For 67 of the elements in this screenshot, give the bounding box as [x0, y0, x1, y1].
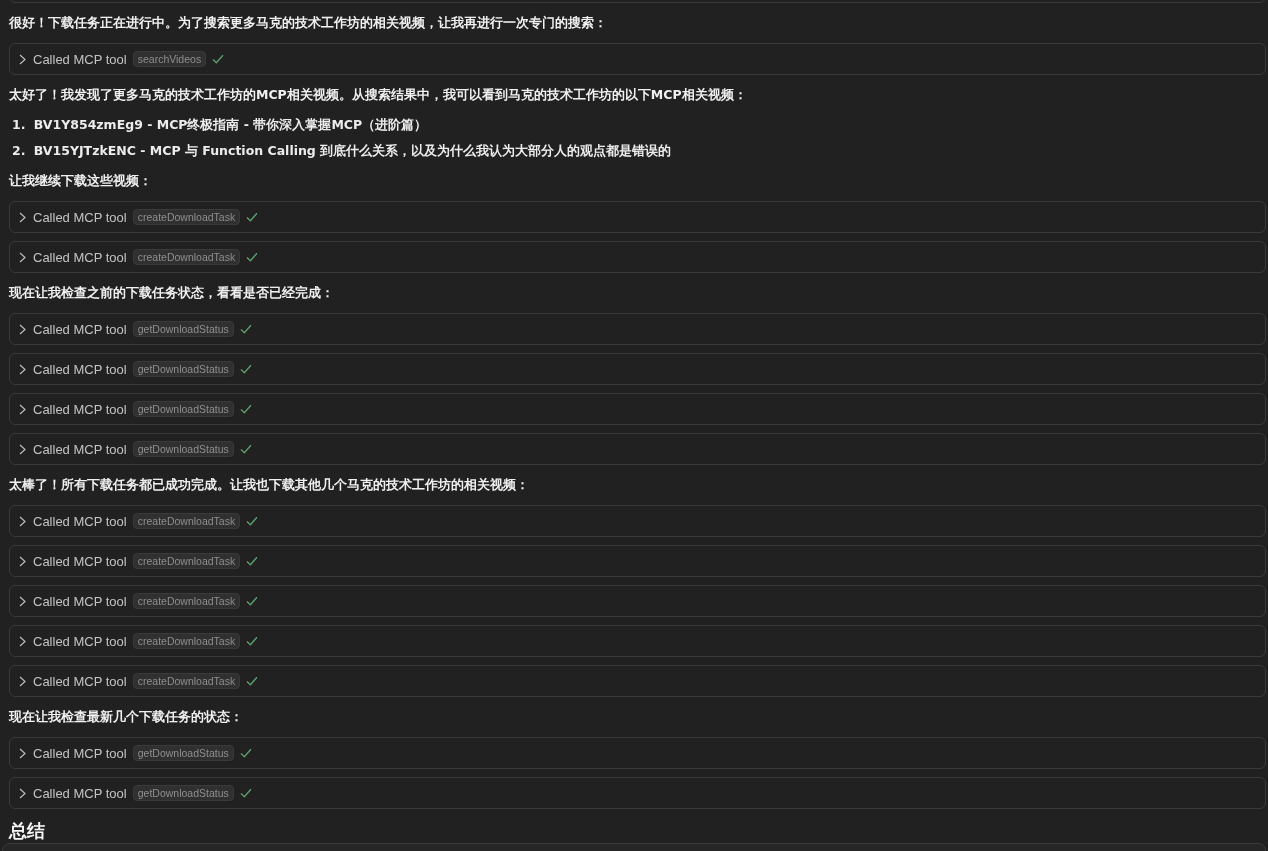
chevron-right-icon[interactable]	[19, 323, 26, 335]
chevron-right-icon[interactable]	[19, 251, 26, 263]
list-item-text: BV1Y854zmEg9 - MCP终极指南 - 带你深入掌握MCP（进阶篇）	[33, 117, 428, 132]
tool-name-tag: createDownloadTask	[132, 553, 241, 569]
tool-call-card[interactable]: Called MCP tool createDownloadTask	[9, 201, 1266, 233]
tool-name-tag: getDownloadStatus	[132, 401, 234, 417]
tool-call-label: Called MCP tool	[33, 745, 127, 761]
tool-name-tag: searchVideos	[132, 51, 207, 67]
chevron-right-icon[interactable]	[19, 595, 26, 607]
message-text: 很好！下载任务正在进行中。为了搜索更多马克的技术工作坊的相关视频，让我再进行一次专门的搜索：	[9, 14, 608, 32]
tool-name-tag: getDownloadStatus	[132, 785, 234, 801]
tool-call-card[interactable]: Called MCP tool getDownloadStatus	[9, 433, 1266, 465]
tool-call-label: Called MCP tool	[33, 633, 127, 649]
tool-name-tag: getDownloadStatus	[132, 441, 234, 457]
tool-name-tag: createDownloadTask	[132, 633, 241, 649]
list-number: 1.	[12, 117, 26, 132]
tool-call-label: Called MCP tool	[33, 553, 127, 569]
tool-call-label: Called MCP tool	[33, 361, 127, 377]
tool-name-tag: createDownloadTask	[132, 513, 241, 529]
message-text: 太好了！我发现了更多马克的技术工作坊的MCP相关视频。从搜索结果中，我可以看到马克的技术工作坊的以下MCP相关视频：	[9, 86, 748, 104]
tool-call-label: Called MCP tool	[33, 401, 127, 417]
chevron-right-icon[interactable]	[19, 555, 26, 567]
chevron-right-icon[interactable]	[19, 675, 26, 687]
chevron-right-icon[interactable]	[19, 515, 26, 527]
tool-name-tag: createDownloadTask	[132, 673, 241, 689]
tool-name-tag: getDownloadStatus	[132, 361, 234, 377]
chevron-right-icon[interactable]	[19, 403, 26, 415]
tool-call-card[interactable]: Called MCP tool createDownloadTask	[9, 625, 1266, 657]
tool-call-card[interactable]: Called MCP tool getDownloadStatus	[9, 353, 1266, 385]
tool-call-card[interactable]: Called MCP tool createDownloadTask	[9, 505, 1266, 537]
message-text: 现在让我检查最新几个下载任务的状态：	[9, 708, 244, 726]
tool-call-label: Called MCP tool	[33, 209, 127, 225]
message-text: 现在让我检查之前的下载任务状态，看看是否已经完成：	[9, 284, 335, 302]
tool-name-tag: createDownloadTask	[132, 249, 241, 265]
tool-name-tag: createDownloadTask	[132, 209, 241, 225]
tool-name-tag: createDownloadTask	[132, 593, 241, 609]
tool-call-label: Called MCP tool	[33, 593, 127, 609]
tool-call-card[interactable]: Called MCP tool createDownloadTask	[9, 241, 1266, 273]
tool-call-card[interactable]: Called MCP tool createDownloadTask	[9, 585, 1266, 617]
tool-call-card[interactable]: Called MCP tool createDownloadTask	[9, 545, 1266, 577]
chevron-right-icon[interactable]	[19, 363, 26, 375]
chevron-right-icon[interactable]	[19, 787, 26, 799]
chevron-right-icon[interactable]	[19, 747, 26, 759]
tool-call-label: Called MCP tool	[33, 249, 127, 265]
list-number: 2.	[12, 143, 26, 158]
tool-call-card[interactable]: Called MCP tool getDownloadStatus	[9, 737, 1266, 769]
section-heading: 总结	[9, 819, 46, 843]
chevron-right-icon[interactable]	[19, 211, 26, 223]
tool-call-card[interactable]: Called MCP tool getDownloadStatus	[9, 313, 1266, 345]
tool-call-card[interactable]: Called MCP tool getDownloadStatus	[9, 393, 1266, 425]
tool-call-card[interactable]: Called MCP tool createDownloadTask	[9, 665, 1266, 697]
tool-call-card[interactable]: Called MCP tool getDownloadStatus	[9, 777, 1266, 809]
tool-call-label: Called MCP tool	[33, 441, 127, 457]
tool-call-label: Called MCP tool	[33, 51, 127, 67]
message-text: 太棒了！所有下载任务都已成功完成。让我也下载其他几个马克的技术工作坊的相关视频：	[9, 476, 530, 494]
tool-call-label: Called MCP tool	[33, 321, 127, 337]
chevron-right-icon[interactable]	[19, 635, 26, 647]
list-item-text: BV15YJTzkENC - MCP 与 Function Calling 到底什么关系，以及为什么我认为大部分人的观点都是错误的	[33, 143, 672, 158]
tool-call-label: Called MCP tool	[33, 785, 127, 801]
tool-call-label: Called MCP tool	[33, 513, 127, 529]
tool-name-tag: getDownloadStatus	[132, 321, 234, 337]
message-text: 让我继续下载这些视频：	[9, 172, 153, 190]
tool-call-label: Called MCP tool	[33, 673, 127, 689]
chevron-right-icon[interactable]	[19, 53, 26, 65]
chevron-right-icon[interactable]	[19, 443, 26, 455]
tool-name-tag: getDownloadStatus	[132, 745, 234, 761]
tool-call-card[interactable]: Called MCP tool searchVideos	[9, 43, 1266, 75]
